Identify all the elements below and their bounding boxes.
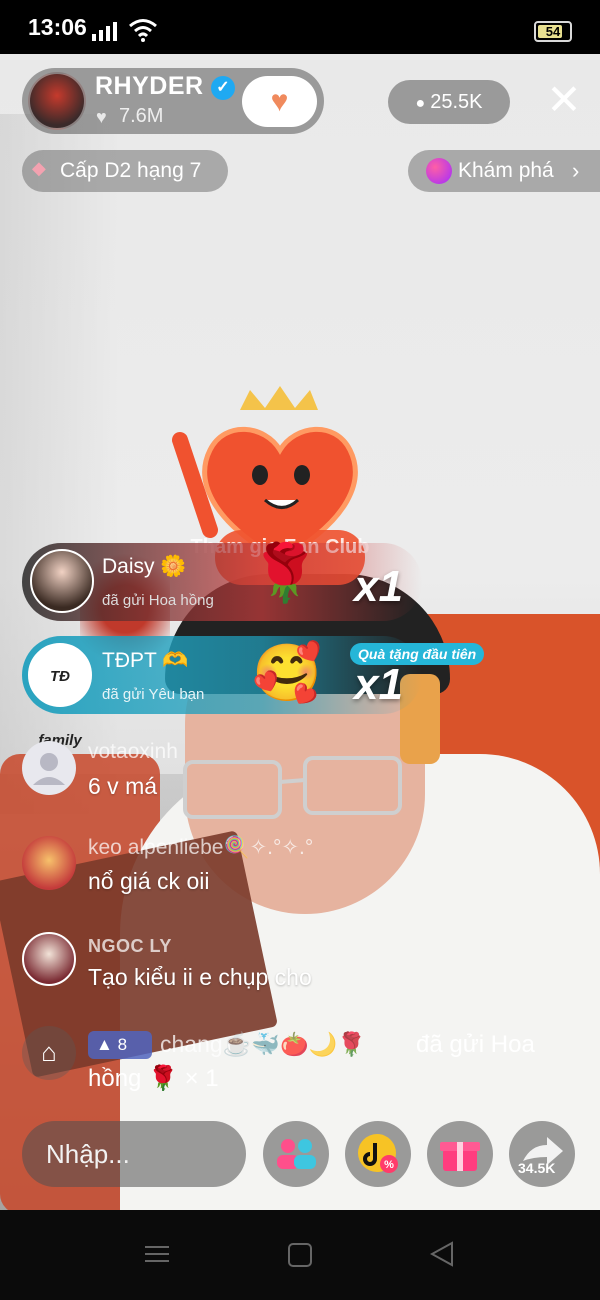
gift-icon — [440, 1142, 480, 1171]
share-icon — [523, 1137, 563, 1165]
close-button[interactable]: ✕ — [544, 79, 584, 124]
comment-text-continued: hồng 🌹 × 1 — [88, 1065, 219, 1092]
host-avatar[interactable] — [28, 72, 86, 130]
user-icon: ● — [415, 95, 426, 112]
viewer-count-button[interactable]: ● 25.5K — [388, 80, 510, 124]
comment-text: 6 v má — [88, 773, 158, 799]
gift-count: x1 — [354, 562, 403, 611]
comment-text: Tạo kiểu ii e chụp cho — [88, 964, 312, 990]
follow-button[interactable]: ♥ — [242, 76, 317, 127]
guests-icon — [277, 1139, 316, 1169]
comment-avatar[interactable] — [22, 932, 76, 986]
chevron-right-icon: › — [572, 158, 580, 183]
home-icon[interactable] — [288, 1243, 312, 1267]
gift-sender-avatar[interactable] — [30, 549, 94, 613]
viewer-count: 25.5K — [430, 91, 483, 113]
comment-text: đã gửi Hoa — [416, 1031, 535, 1058]
first-gift-badge: Quà tặng đầu tiên — [350, 643, 485, 665]
level-number: 8 — [117, 1035, 128, 1054]
comment-username[interactable]: votaoxinh — [88, 740, 178, 764]
level-badge: ▲ 8 — [88, 1031, 152, 1059]
wifi-icon — [129, 19, 157, 42]
comment-input[interactable]: Nhập... — [22, 1121, 246, 1187]
heart-icon: ♥ — [96, 107, 107, 127]
verified-icon: ✓ — [211, 76, 235, 100]
host-name[interactable]: RHYDER — [95, 72, 204, 101]
likes-count: 7.6M — [119, 105, 164, 127]
battery-icon: 54 — [534, 21, 572, 42]
diamond-icon: ◆ — [32, 158, 46, 178]
battery-level: 54 — [545, 24, 561, 39]
tiktok-promo-icon: % — [358, 1134, 398, 1173]
gift-sender-name: Daisy 🌼 — [102, 555, 187, 578]
status-bar — [0, 0, 600, 54]
comment-text: nổ giá ck oii — [88, 868, 210, 894]
gift-action: đã gửi Yêu bạn — [102, 686, 205, 703]
rose-gift-icon: 🌹 — [250, 541, 320, 604]
glasses — [183, 756, 402, 819]
comment-avatar[interactable] — [22, 836, 76, 890]
hug-gift-icon: 🥰 — [252, 641, 322, 704]
recents-icon[interactable] — [145, 1244, 169, 1264]
comment-username[interactable]: NGOC LY — [88, 936, 172, 957]
gift-sender-avatar[interactable]: TĐ family — [28, 643, 92, 749]
back-icon[interactable] — [430, 1241, 454, 1267]
gift-box-icon: ⌂ — [22, 1026, 76, 1080]
promo-button[interactable]: % — [345, 1121, 411, 1187]
rank-pill[interactable]: Cấp D2 hạng 7 — [22, 150, 228, 192]
planet-icon — [426, 158, 452, 184]
status-time: 13:06 — [28, 14, 87, 40]
comment-avatar[interactable] — [22, 741, 76, 795]
comment-username[interactable]: keo alpenliebe🍭✧.°✧.° — [88, 835, 313, 860]
signal-icon — [92, 22, 117, 41]
share-button[interactable] — [509, 1121, 575, 1187]
default-user-icon — [33, 753, 65, 785]
comment-username[interactable]: chang☕️🐳🍅🌙🌹 — [160, 1031, 366, 1058]
heart-plus-icon: ♥ — [270, 85, 289, 118]
gift-count: x1 — [354, 660, 403, 709]
share-count: 34.5K — [518, 1160, 556, 1176]
gift-button[interactable] — [427, 1121, 493, 1187]
close-icon: ✕ — [546, 76, 582, 123]
svg-text:%: % — [384, 1159, 394, 1171]
gift-action: đã gửi Hoa hồng — [102, 592, 214, 609]
explore-label: Khám phá — [458, 159, 554, 182]
gift-sender-name: TĐPT 🫶 — [102, 649, 189, 672]
rank-label: Cấp D2 hạng 7 — [60, 159, 202, 182]
multi-guest-button[interactable] — [263, 1121, 329, 1187]
